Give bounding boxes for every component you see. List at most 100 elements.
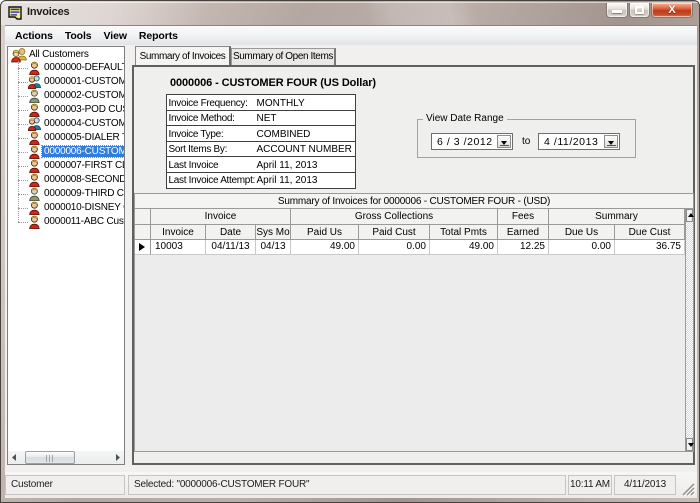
person-gray-icon <box>28 187 41 201</box>
cell-date[interactable]: 04/11/13 <box>206 240 256 255</box>
col-paid-cust[interactable]: Paid Cust <box>359 225 430 240</box>
people-pair-icon <box>28 117 41 131</box>
tree-item-0000008[interactable]: 0000008-SECOND <box>8 173 125 187</box>
tree-item-label: 0000007-FIRST CL <box>44 160 125 171</box>
minimize-button[interactable] <box>606 3 628 18</box>
tree-line <box>18 124 28 125</box>
resize-grip[interactable] <box>679 480 695 496</box>
tree-line <box>18 194 28 195</box>
tree-line <box>18 68 28 69</box>
person-icon <box>28 103 41 117</box>
tree-item-0000005[interactable]: 0000005-DIALER T <box>8 131 125 145</box>
col-date[interactable]: Date <box>206 225 256 240</box>
cell-invoice[interactable]: 10003 <box>151 240 206 255</box>
tree-line <box>18 166 28 167</box>
people-pair-icon <box>28 75 41 89</box>
tab-summary-of-open-items[interactable]: Summary of Open Items <box>231 48 336 65</box>
dropdown-notch <box>607 145 616 146</box>
menu-reports[interactable]: Reports <box>133 26 184 45</box>
menu-view[interactable]: View <box>98 26 133 45</box>
col-sys-mo[interactable]: Sys Mo <box>256 225 291 240</box>
tree-item-label: 0000009-THIRD CU <box>44 188 125 199</box>
scroll-right-button[interactable] <box>111 451 124 464</box>
customer-tree: All Customers 0000000-DEFAULT 0000001-CUS… <box>7 46 125 465</box>
grid-vertical-scrollbar[interactable] <box>685 209 693 451</box>
status-panel-time: 10:11 AM <box>568 475 612 495</box>
menu-actions[interactable]: Actions <box>9 26 59 45</box>
date-from-picker[interactable]: 6 / 3 /2012 <box>431 133 513 150</box>
row-selector-cell[interactable] <box>135 240 151 255</box>
tree-item-0000007[interactable]: 0000007-FIRST CL <box>8 159 125 173</box>
tree-item-label: 0000005-DIALER T <box>44 132 125 143</box>
tree-line <box>18 180 28 181</box>
menu-tools[interactable]: Tools <box>59 26 98 45</box>
minimize-icon <box>612 10 622 13</box>
invoice-info-table: Invoice Frequency: MONTHLY Invoice Metho… <box>166 94 356 189</box>
scroll-left-button[interactable] <box>8 451 21 464</box>
col-due-cust[interactable]: Due Cust <box>615 225 685 240</box>
date-from-dropdown-button[interactable] <box>497 135 511 148</box>
col-due-us[interactable]: Due Us <box>549 225 615 240</box>
cell-due-us[interactable]: 0.00 <box>549 240 615 255</box>
col-invoice[interactable]: Invoice <box>151 225 206 240</box>
date-to-picker[interactable]: 4 /11/2013 <box>538 133 620 150</box>
info-value: ACCOUNT NUMBER <box>257 144 352 155</box>
grid-caption: Summary of Invoices for 0000006 - CUSTOM… <box>135 194 693 209</box>
cell-earned[interactable]: 12.25 <box>498 240 549 255</box>
date-to-dropdown-button[interactable] <box>604 135 618 148</box>
info-value: COMBINED <box>257 129 311 140</box>
grid-corner-cell <box>135 225 151 240</box>
tree-item-0000010[interactable]: 0000010-DISNEY C <box>8 201 125 215</box>
tree-scrollbar-thumb[interactable] <box>25 451 75 464</box>
info-row: Last Invoice Attempt: April 11, 2013 <box>167 173 355 189</box>
tab-summary-of-invoices[interactable]: Summary of Invoices <box>135 46 231 65</box>
cell-sys-mo[interactable]: 04/13 <box>256 240 291 255</box>
tree-line <box>18 152 28 153</box>
group-gross-collections: Gross Collections <box>291 209 498 225</box>
scroll-up-button[interactable] <box>686 209 693 222</box>
tree-item-0000009[interactable]: 0000009-THIRD CU <box>8 187 125 201</box>
tree-item-0000006[interactable]: 0000006-CUSTOM <box>8 145 125 159</box>
info-label: Invoice Method: <box>169 113 235 124</box>
cell-total-pmts[interactable]: 49.00 <box>430 240 498 255</box>
col-earned[interactable]: Earned <box>498 225 549 240</box>
tree-item-0000001[interactable]: 0000001-CUSTOM <box>8 75 125 89</box>
tree-line <box>18 82 28 83</box>
tree-item-label: 0000010-DISNEY C <box>44 202 125 213</box>
tree-item-0000004[interactable]: 0000004-CUSTOM <box>8 117 125 131</box>
invoice-summary-grid: Summary of Invoices for 0000006 - CUSTOM… <box>134 193 694 452</box>
info-row: Last Invoice April 11, 2013 <box>167 157 355 173</box>
col-total-pmts[interactable]: Total Pmts <box>430 225 498 240</box>
info-row: Sort Items By: ACCOUNT NUMBER <box>167 142 355 158</box>
info-label: Invoice Frequency: <box>169 98 248 109</box>
tree-item-label: 0000000-DEFAULT <box>44 62 125 73</box>
client-area: All Customers 0000000-DEFAULT 0000001-CUS… <box>5 45 697 498</box>
tree-root-all-customers[interactable]: All Customers <box>8 48 125 62</box>
info-value: MONTHLY <box>257 98 305 109</box>
status-panel-selected: Selected: "0000006-CUSTOMER FOUR" <box>128 475 566 495</box>
title-bar[interactable]: Invoices X <box>1 1 699 25</box>
arrow-up-icon <box>688 213 694 217</box>
tree-line <box>18 222 28 223</box>
cell-paid-us[interactable]: 49.00 <box>291 240 359 255</box>
col-paid-us[interactable]: Paid Us <box>291 225 359 240</box>
person-icon <box>28 131 41 145</box>
maximize-button[interactable] <box>629 3 650 18</box>
cell-due-cust[interactable]: 36.75 <box>615 240 685 255</box>
maximize-icon <box>635 6 644 14</box>
scroll-down-button[interactable] <box>686 438 693 451</box>
view-date-range-legend: View Date Range <box>423 113 507 124</box>
cell-paid-cust[interactable]: 0.00 <box>359 240 430 255</box>
tree-line <box>18 208 28 209</box>
tree-item-0000011[interactable]: 0000011-ABC Custo <box>8 215 125 229</box>
tree-item-0000000[interactable]: 0000000-DEFAULT <box>8 61 125 75</box>
tree-item-0000003[interactable]: 0000003-POD CUS <box>8 103 125 117</box>
tree-item-0000002[interactable]: 0000002-CUSTOM <box>8 89 125 103</box>
info-label: Last Invoice Attempt: <box>169 175 256 186</box>
info-label: Last Invoice <box>169 160 219 171</box>
current-row-arrow-icon <box>139 243 145 251</box>
app-window: Invoices X Actions Tools View Reports Al… <box>0 0 700 503</box>
status-panel-date: 4/11/2013 <box>614 475 676 495</box>
tree-horizontal-scrollbar[interactable] <box>8 451 124 464</box>
close-button[interactable]: X <box>651 3 693 18</box>
